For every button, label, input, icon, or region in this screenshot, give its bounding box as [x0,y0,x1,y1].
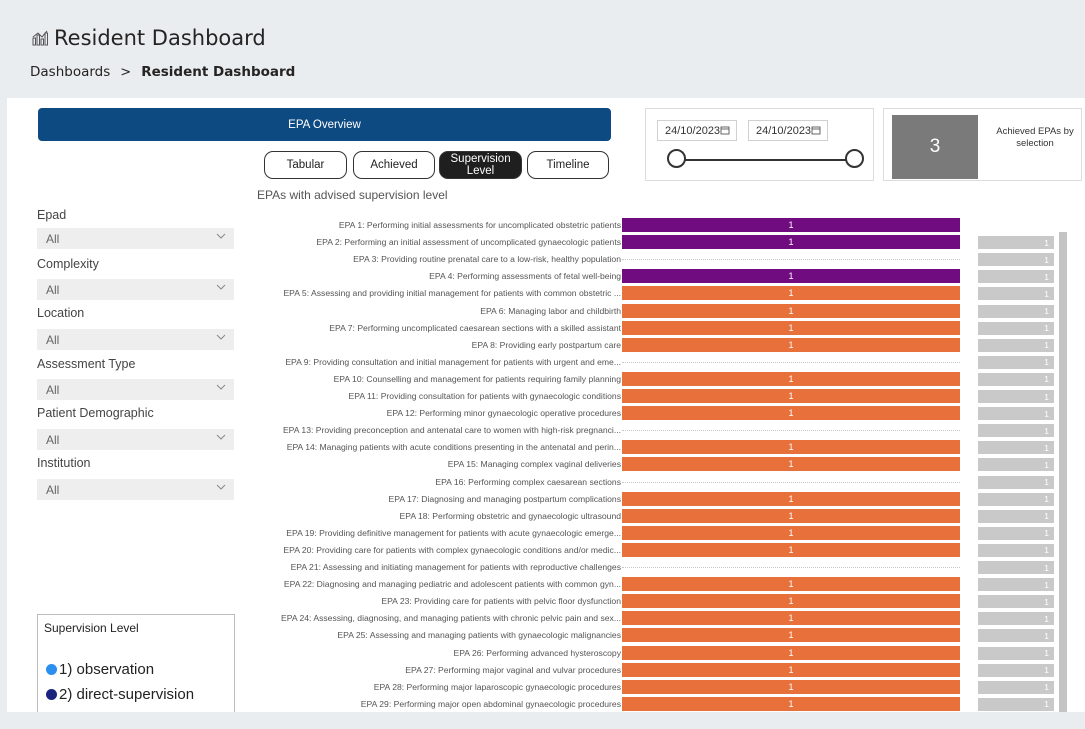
achieved-bar[interactable]: 1 [978,236,1054,250]
achieved-bar[interactable]: 1 [978,355,1054,369]
epa-row-label: EPA 3: Providing routine prenatal care t… [353,254,621,265]
supervision-bar[interactable]: 1 [622,406,960,421]
epa-row-label: EPA 26: Performing advanced hysteroscopy [453,647,621,658]
supervision-bar[interactable]: 1 [622,457,960,472]
empty-row-divider [622,481,960,483]
supervision-bar[interactable]: 1 [622,218,960,232]
supervision-bar[interactable]: 1 [622,389,960,403]
achieved-bar[interactable]: 1 [978,424,1054,438]
epa-row-label: EPA 10: Counselling and management for p… [333,373,621,384]
supervision-bar[interactable]: 1 [622,440,960,455]
achieved-bar[interactable]: 1 [978,475,1054,489]
epa-row-label: EPA 7: Performing uncomplicated caesarea… [329,322,621,333]
breadcrumb: Dashboards > Resident Dashboard [30,64,295,80]
supervision-bar[interactable]: 1 [622,577,960,592]
achieved-bar[interactable]: 1 [978,595,1054,609]
achieved-bar[interactable]: 1 [978,663,1054,677]
achieved-bar[interactable]: 1 [978,304,1054,318]
achieved-bar[interactable]: 1 [978,390,1054,403]
achieved-bar[interactable]: 1 [978,270,1054,284]
supervision-bar[interactable]: 1 [622,679,960,694]
epa-row-label: EPA 27: Performing major vaginal and vul… [405,664,621,675]
achieved-bar[interactable]: 1 [978,697,1054,711]
epa-row-label: EPA 24: Assessing, diagnosing, and manag… [281,613,621,624]
achieved-bar[interactable]: 1 [978,509,1054,523]
epa-row-label: EPA 1: Performing initial assessments fo… [338,220,621,230]
achieved-bar[interactable]: 1 [978,338,1054,352]
achieved-bar[interactable]: 1 [978,526,1054,540]
achieved-bar[interactable]: 1 [978,578,1054,592]
supervision-bar[interactable]: 1 [622,696,960,711]
epa-row-label: EPA 20: Providing care for patients with… [283,544,621,555]
achieved-bar[interactable]: 1 [978,458,1054,472]
epa-row-label: EPA 22: Diagnosing and managing pediatri… [283,579,621,590]
page-title: Resident Dashboard [32,26,266,50]
epa-row-label: EPA 4: Performing assessments of fetal w… [429,271,621,282]
epa-row-label: EPA 2: Performing an initial assessment … [316,237,621,248]
epa-row-label: EPA 28: Performing major laparoscopic gy… [373,681,621,692]
epa-row-label: EPA 11: Providing consultation for patie… [348,391,621,401]
epa-row-label: EPA 25: Assessing and managing patients … [337,630,621,641]
dashboard-chart-icon [32,30,48,46]
supervision-bar[interactable]: 1 [622,303,960,318]
supervision-bar[interactable]: 1 [622,320,960,335]
epa-row-label: EPA 12: Performing minor gynaecologic op… [386,408,621,419]
achieved-bar[interactable]: 1 [978,612,1054,626]
empty-row-divider [622,361,960,363]
epa-row-label: EPA 14: Managing patients with acute con… [286,442,621,453]
supervision-bar[interactable]: 1 [622,611,960,626]
epa-row-label: EPA 16: Performing complex caesarean sec… [435,476,621,487]
achieved-bar[interactable]: 1 [978,321,1054,335]
achieved-bar[interactable]: 1 [978,629,1054,643]
epa-row-label: EPA 19: Providing definitive management … [286,527,621,538]
supervision-bar[interactable]: 1 [622,286,960,301]
epa-row-label: EPA 21: Assessing and initiating managem… [290,562,621,572]
supervision-bar[interactable]: 1 [622,235,960,250]
breadcrumb-current: Resident Dashboard [141,64,296,80]
epa-row-label: EPA 15: Managing complex vaginal deliver… [447,459,621,470]
achieved-bar[interactable]: 1 [978,287,1054,301]
achieved-bar[interactable]: 1 [978,441,1054,455]
achieved-bar[interactable]: 1 [978,253,1054,267]
epa-row-label: EPA 9: Providing consultation and initia… [285,356,621,367]
epa-row-label: EPA 17: Diagnosing and managing postpart… [388,493,622,504]
empty-row-divider [622,259,960,261]
breadcrumb-dashboards-link[interactable]: Dashboards [30,64,110,80]
supervision-bar[interactable]: 1 [622,662,960,677]
breadcrumb-separator: > [120,64,132,80]
epa-row-label: EPA 8: Providing early postpartum care [471,339,621,350]
epa-row-label: EPA 29: Performing major open abdominal … [360,698,621,709]
supervision-bar[interactable]: 1 [622,645,960,660]
achieved-bar[interactable]: 1 [978,561,1054,574]
supervision-bar[interactable]: 1 [622,491,960,506]
report-canvas: EPA Overview Tabular Achieved Supervisio… [7,98,1085,712]
supervision-bar[interactable]: 1 [622,525,960,540]
chart-scrollbar-thumb[interactable] [1059,232,1067,712]
achieved-bar[interactable]: 1 [978,680,1054,694]
supervision-bar[interactable]: 1 [622,371,960,386]
epa-row-label: EPA 23: Providing care for patients with… [381,596,621,607]
achieved-bar[interactable]: 1 [978,492,1054,506]
achieved-bar[interactable]: 1 [978,372,1054,386]
epa-row-label: EPA 5: Assessing and providing initial m… [283,288,621,299]
supervision-level-chart: EPA 1: Performing initial assessments fo… [7,98,1085,712]
empty-row-divider [622,567,960,568]
achieved-bar[interactable]: 1 [978,543,1054,557]
achieved-bar[interactable]: 1 [978,407,1054,421]
supervision-bar[interactable]: 1 [622,628,960,643]
supervision-bar[interactable]: 1 [622,542,960,557]
supervision-bar[interactable]: 1 [622,594,960,609]
supervision-bar[interactable]: 1 [622,337,960,352]
epa-row-label: EPA 18: Performing obstetric and gynaeco… [399,510,622,521]
epa-row-label: EPA 6: Managing labor and childbirth [480,305,621,316]
supervision-bar[interactable]: 1 [622,508,960,523]
empty-row-divider [622,430,960,432]
page-title-text: Resident Dashboard [54,26,266,50]
epa-row-label: EPA 13: Providing preconception and ante… [282,425,621,436]
supervision-bar[interactable]: 1 [622,269,960,284]
achieved-bar[interactable]: 1 [978,646,1054,660]
